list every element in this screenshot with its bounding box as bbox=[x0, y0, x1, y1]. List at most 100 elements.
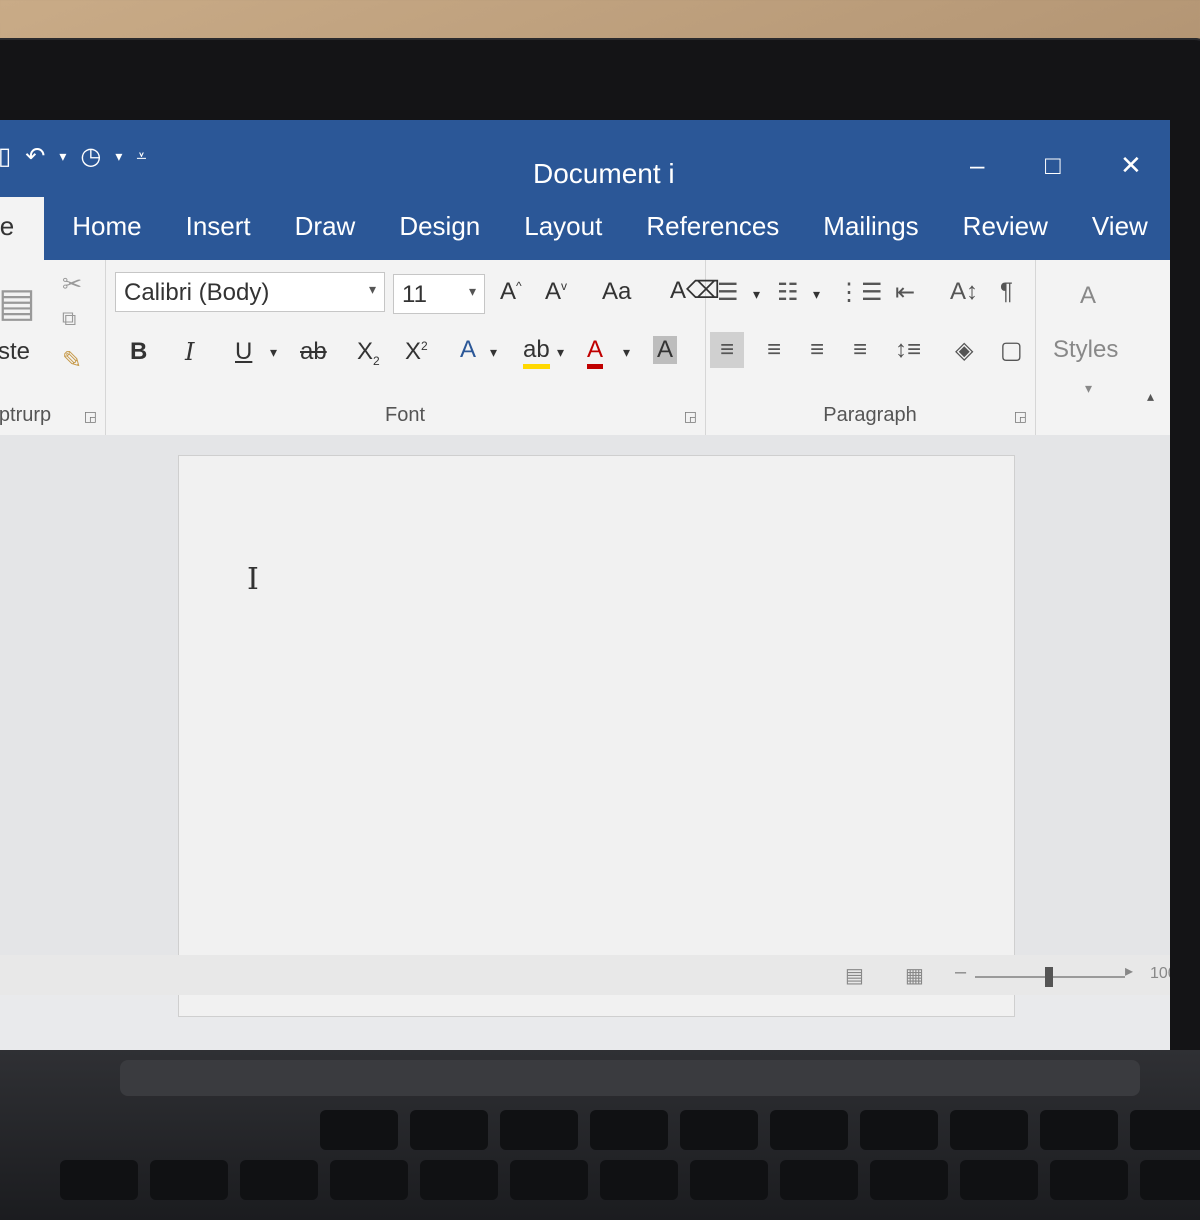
collapse-ribbon-icon[interactable]: ▴ bbox=[1147, 388, 1154, 405]
keyboard-key bbox=[770, 1110, 848, 1150]
laptop-hinge bbox=[120, 1060, 1140, 1096]
chevron-down-icon[interactable]: ▾ bbox=[469, 283, 476, 300]
copy-icon[interactable]: ⧉ bbox=[62, 308, 76, 331]
paste-button-label[interactable]: ste bbox=[0, 338, 30, 366]
font-size-value: 11 bbox=[402, 281, 427, 308]
document-page[interactable]: I bbox=[178, 455, 1015, 1017]
font-size-combo[interactable]: 11 ▾ bbox=[393, 274, 485, 314]
tab-mailings[interactable]: Mailings bbox=[801, 211, 940, 260]
keyboard-key bbox=[950, 1110, 1028, 1150]
font-group-label: Font bbox=[105, 404, 705, 427]
tab-insert[interactable]: Insert bbox=[164, 211, 273, 260]
highlight-button[interactable]: ab bbox=[523, 336, 550, 369]
redo-icon[interactable]: ◷ bbox=[80, 142, 101, 171]
keyboard-key bbox=[600, 1160, 678, 1200]
show-marks-icon[interactable]: ¶ bbox=[1000, 278, 1013, 306]
tab-view[interactable]: View bbox=[1070, 211, 1170, 260]
read-mode-icon[interactable]: ▤ bbox=[845, 963, 864, 988]
character-shading-button[interactable]: A bbox=[653, 336, 677, 364]
tab-references[interactable]: References bbox=[624, 211, 801, 260]
font-group: Calibri (Body) ▾ 11 ▾ A^ Av Aa A⌫ B I U … bbox=[105, 260, 706, 435]
styles-dropdown-icon[interactable]: ▾ bbox=[1085, 380, 1092, 397]
quick-access-toolbar: ▯ ↶ ▾ ◷ ▾ ⩡ bbox=[0, 142, 147, 171]
clipboard-group: ▤ ste ✂ ⧉ ✎ liptrurp ◲ bbox=[0, 260, 106, 435]
dropdown-icon[interactable]: ▾ bbox=[59, 148, 66, 165]
numbering-icon[interactable]: ☷ bbox=[777, 278, 799, 307]
align-right-icon[interactable]: ≡ bbox=[810, 336, 824, 364]
underline-button[interactable]: U bbox=[235, 338, 252, 366]
underline-dropdown-icon[interactable]: ▾ bbox=[270, 344, 277, 361]
keyboard-key bbox=[1050, 1160, 1128, 1200]
document-area: I bbox=[0, 435, 1170, 995]
dropdown-icon[interactable]: ▾ bbox=[115, 148, 122, 165]
text-effects-dropdown-icon[interactable]: ▾ bbox=[490, 344, 497, 361]
font-color-dropdown-icon[interactable]: ▾ bbox=[623, 344, 630, 361]
customize-qat-icon[interactable]: ⩡ bbox=[136, 146, 146, 167]
format-painter-icon[interactable]: ✎ bbox=[62, 346, 82, 375]
align-left-icon[interactable]: ≡ bbox=[710, 332, 744, 368]
keyboard-key bbox=[330, 1160, 408, 1200]
tab-review[interactable]: Review bbox=[941, 211, 1070, 260]
borders-icon[interactable]: ▢ bbox=[1000, 336, 1023, 365]
tab-draw[interactable]: Draw bbox=[273, 211, 378, 260]
bullets-dropdown-icon[interactable]: ▾ bbox=[753, 286, 760, 303]
shading-icon[interactable]: ◈ bbox=[955, 336, 973, 365]
maximize-button[interactable]: □ bbox=[1045, 150, 1061, 181]
close-button[interactable]: ✕ bbox=[1120, 150, 1142, 181]
align-center-icon[interactable]: ≡ bbox=[767, 336, 781, 364]
highlight-dropdown-icon[interactable]: ▾ bbox=[557, 344, 564, 361]
superscript-button[interactable]: X2 bbox=[405, 338, 428, 366]
title-bar: ▯ ↶ ▾ ◷ ▾ ⩡ Document i – □ ✕ bbox=[0, 120, 1170, 198]
strikethrough-button[interactable]: ab bbox=[300, 338, 327, 366]
superscript-label: X bbox=[405, 338, 421, 365]
paragraph-group-label: Paragraph bbox=[705, 404, 1035, 427]
keyboard-key bbox=[60, 1160, 138, 1200]
justify-icon[interactable]: ≡ bbox=[853, 336, 867, 364]
italic-button[interactable]: I bbox=[185, 338, 194, 366]
ribbon: ▤ ste ✂ ⧉ ✎ liptrurp ◲ Calibri (Body) ▾ … bbox=[0, 260, 1170, 436]
font-color-button[interactable]: A bbox=[587, 336, 603, 369]
keyboard-key bbox=[590, 1110, 668, 1150]
tab-home[interactable]: Home bbox=[50, 211, 163, 260]
shrink-font-button[interactable]: Av bbox=[545, 278, 567, 306]
zoom-out-icon[interactable]: – bbox=[955, 961, 966, 984]
font-name-combo[interactable]: Calibri (Body) ▾ bbox=[115, 272, 385, 312]
keyboard-row bbox=[60, 1160, 1200, 1200]
paste-icon[interactable]: ▤ bbox=[0, 280, 36, 326]
cut-icon[interactable]: ✂ bbox=[62, 270, 82, 299]
chevron-down-icon[interactable]: ▾ bbox=[369, 281, 376, 298]
zoom-slider-thumb[interactable] bbox=[1045, 967, 1053, 987]
multilevel-list-icon[interactable]: ⋮☰ bbox=[837, 278, 883, 307]
paragraph-launcher-icon[interactable]: ◲ bbox=[1014, 408, 1027, 425]
tab-file[interactable]: le bbox=[0, 197, 44, 260]
keyboard-key bbox=[680, 1110, 758, 1150]
minimize-button[interactable]: – bbox=[970, 150, 984, 181]
bullets-icon[interactable]: ☰ bbox=[717, 278, 739, 307]
line-spacing-icon[interactable]: ↕≡ bbox=[895, 336, 921, 364]
keyboard-key bbox=[500, 1110, 578, 1150]
grow-font-label: A bbox=[500, 278, 516, 305]
text-effects-button[interactable]: A bbox=[460, 336, 476, 364]
styles-gallery-icon[interactable]: A bbox=[1080, 282, 1096, 310]
document-title: Document i bbox=[533, 158, 675, 190]
subscript-button[interactable]: X2 bbox=[357, 338, 380, 368]
change-case-icon[interactable]: Aa bbox=[602, 278, 631, 306]
undo-icon[interactable]: ↶ bbox=[25, 142, 45, 171]
grow-font-button[interactable]: A^ bbox=[500, 278, 522, 306]
keyboard-key bbox=[510, 1160, 588, 1200]
tab-layout[interactable]: Layout bbox=[502, 211, 624, 260]
styles-group: A Styles ▾ ▴ bbox=[1035, 260, 1170, 435]
print-layout-icon[interactable]: ▦ bbox=[905, 963, 924, 988]
sort-icon[interactable]: A↕ bbox=[950, 278, 978, 306]
styles-button[interactable]: Styles bbox=[1053, 336, 1118, 364]
bold-button[interactable]: B bbox=[130, 338, 147, 366]
save-icon[interactable]: ▯ bbox=[0, 142, 11, 171]
decrease-indent-icon[interactable]: ⇤ bbox=[895, 278, 915, 307]
font-launcher-icon[interactable]: ◲ bbox=[684, 408, 697, 425]
keyboard-key bbox=[240, 1160, 318, 1200]
zoom-level[interactable]: 100% bbox=[1150, 965, 1170, 983]
tab-design[interactable]: Design bbox=[377, 211, 502, 260]
clipboard-launcher-icon[interactable]: ◲ bbox=[84, 408, 97, 425]
zoom-in-icon[interactable]: ▸ bbox=[1125, 961, 1133, 981]
numbering-dropdown-icon[interactable]: ▾ bbox=[813, 286, 820, 303]
